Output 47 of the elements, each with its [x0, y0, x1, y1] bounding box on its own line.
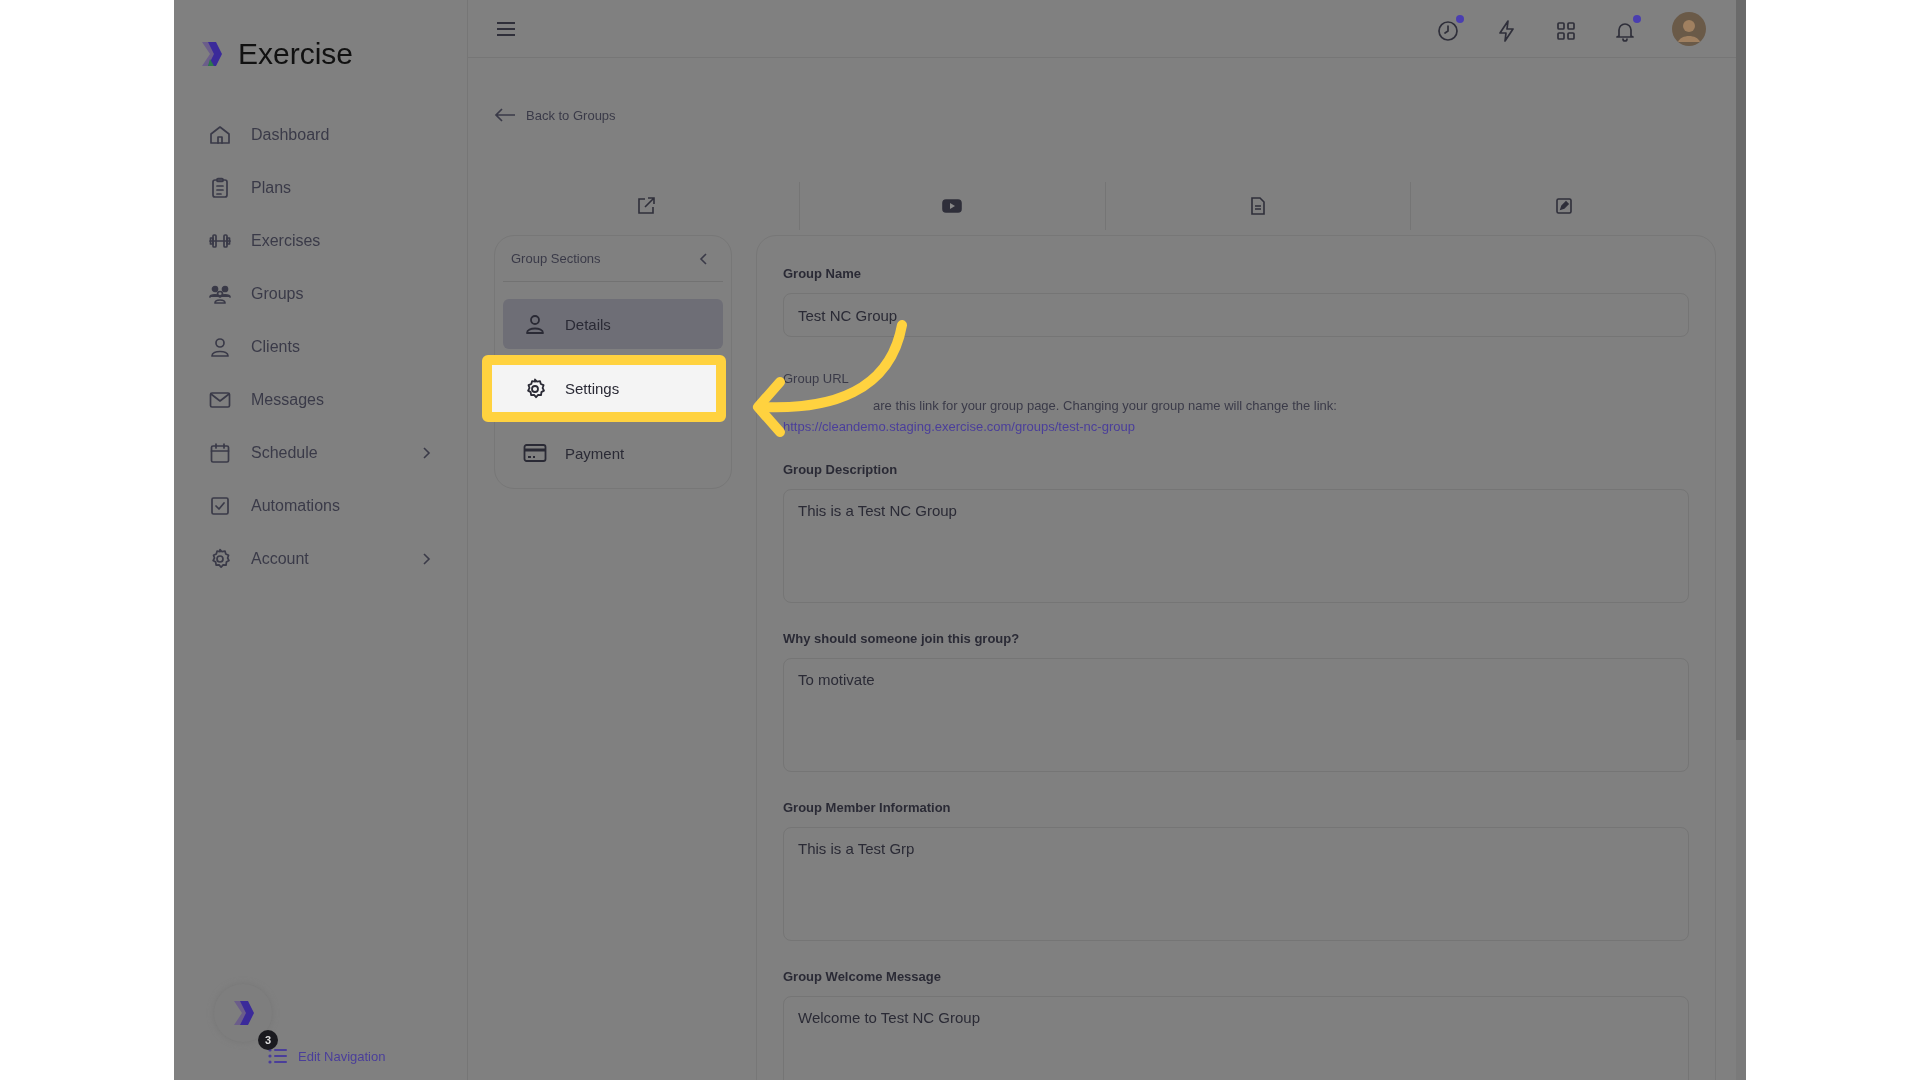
field-label: Group Welcome Message — [783, 969, 942, 984]
text-area[interactable]: This is a Test NC Group — [783, 489, 1689, 603]
edit-icon[interactable] — [1553, 196, 1574, 216]
nav-item[interactable]: Plans — [208, 161, 431, 214]
avatar[interactable] — [1672, 11, 1706, 46]
section-item[interactable]: Payment — [503, 428, 723, 478]
notification-dot — [1456, 14, 1464, 23]
input-field[interactable]: Test NC Group — [783, 293, 1689, 337]
list-icon — [268, 1048, 288, 1064]
calendar-icon — [208, 440, 232, 465]
count-badge: 3 — [258, 1030, 278, 1050]
external-link-icon[interactable] — [636, 196, 657, 216]
help-text: are this link for your group page. Changing your group name will change the link: — [872, 398, 1338, 413]
card-icon — [523, 441, 547, 465]
brand-name: Exercise — [238, 37, 354, 71]
panel-title: Group Sections — [511, 251, 601, 266]
collapse-icon[interactable] — [699, 251, 709, 266]
scrollbar[interactable] — [1736, 0, 1746, 1080]
nav-item[interactable]: Dashboard — [208, 108, 431, 161]
nav-item[interactable]: Groups — [208, 267, 431, 320]
chevron-right-icon — [421, 551, 431, 566]
edit-navigation-link[interactable]: Edit Navigation — [268, 1048, 386, 1064]
nav-item[interactable]: Account — [208, 532, 431, 585]
group-url-link[interactable]: https://cleandemo.staging.exercise.com/groups/test-nc-group — [783, 419, 1689, 434]
section-item[interactable]: Settings — [482, 355, 726, 422]
text-area[interactable]: This is a Test Grp — [783, 827, 1689, 941]
video-icon[interactable] — [942, 196, 963, 216]
section-item[interactable]: Details — [503, 299, 723, 349]
nav-item[interactable]: Exercises — [208, 214, 431, 267]
nav-item[interactable]: Messages — [208, 373, 431, 426]
chevron-right-icon — [421, 445, 431, 460]
field-label: Why should someone join this group? — [783, 631, 1021, 646]
nav-item[interactable]: Clients — [208, 320, 431, 373]
bell-button[interactable] — [1613, 14, 1641, 43]
clock-button[interactable] — [1436, 14, 1464, 43]
back-arrow-icon — [494, 107, 516, 123]
nav-item[interactable]: Automations — [208, 479, 431, 532]
field-label: Group Name — [783, 266, 862, 281]
person-icon — [523, 312, 547, 336]
back-link[interactable]: Back to Groups — [494, 105, 616, 125]
field-label: Group Description — [783, 462, 899, 477]
text-area[interactable]: To motivate — [783, 658, 1689, 772]
field-label: Group URL — [783, 371, 850, 386]
field-label: Group Member Information — [783, 800, 952, 815]
notification-dot — [1633, 14, 1641, 23]
text-area[interactable]: Welcome to Test NC Group — [783, 996, 1689, 1080]
nav-item[interactable]: Schedule — [208, 426, 431, 479]
